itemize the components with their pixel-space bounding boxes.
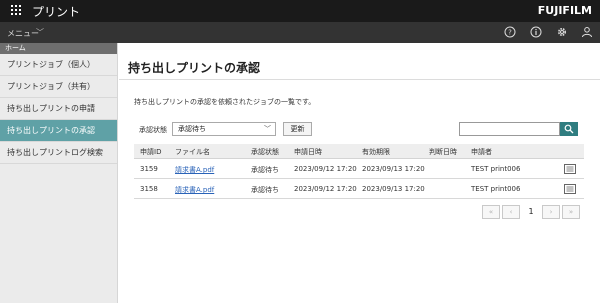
- search-icon: [564, 124, 574, 134]
- column-header-status[interactable]: 承認状態: [251, 147, 279, 157]
- table-row[interactable]: 3159 請求書A.pdf 承認待ち 2023/09/12 17:20 2023…: [134, 159, 584, 179]
- user-icon[interactable]: [581, 26, 593, 38]
- chevron-down-icon[interactable]: ﹀: [36, 27, 44, 38]
- document-icon[interactable]: [564, 164, 576, 174]
- refresh-button[interactable]: 更新: [283, 122, 312, 136]
- svg-text:?: ?: [508, 29, 512, 37]
- menu-bar: メニュー ﹀ ?: [0, 22, 600, 43]
- app-title: プリント: [32, 5, 81, 19]
- main-content: 持ち出しプリントの承認 持ち出しプリントの承認を依頼されたジョブの一覧です。 承…: [119, 43, 600, 303]
- status-filter-value: 承認待ち: [178, 125, 206, 133]
- sidebar-home[interactable]: ホーム: [0, 43, 117, 54]
- page-description: 持ち出しプリントの承認を依頼されたジョブの一覧です。: [134, 98, 316, 106]
- app-launcher-icon[interactable]: [11, 5, 23, 17]
- file-link[interactable]: 請求書A.pdf: [175, 165, 214, 175]
- chevron-down-icon: ﹀: [264, 125, 271, 133]
- column-header-applied[interactable]: 申請日時: [294, 147, 322, 157]
- info-icon[interactable]: [530, 26, 542, 38]
- sidebar-item-print-jobs-personal[interactable]: プリントジョブ（個人）: [0, 54, 117, 76]
- brand-logo: FUJIFILM: [537, 4, 592, 17]
- search-button[interactable]: [560, 122, 578, 136]
- cell-id: 3159: [140, 165, 158, 173]
- column-header-expires[interactable]: 有効期限: [362, 147, 390, 157]
- status-filter-select[interactable]: 承認待ち ﹀: [172, 122, 276, 136]
- status-filter-label: 承認状態: [139, 126, 167, 134]
- help-icon[interactable]: ?: [504, 26, 516, 38]
- cell-status: 承認待ち: [251, 186, 279, 194]
- sidebar-item-takeout-approval[interactable]: 持ち出しプリントの承認: [0, 120, 117, 142]
- gear-icon[interactable]: [556, 26, 568, 38]
- column-header-applicant[interactable]: 申請者: [471, 147, 492, 157]
- approval-table: 申請ID ファイル名 承認状態 申請日時 有効期限 判断日時 申請者 3159 …: [134, 144, 584, 199]
- sidebar-item-takeout-request[interactable]: 持ち出しプリントの申請: [0, 98, 117, 120]
- cell-applicant: TEST print006: [471, 165, 521, 173]
- first-page-button[interactable]: «: [482, 205, 500, 219]
- cell-id: 3158: [140, 185, 158, 193]
- cell-expires: 2023/09/13 17:20: [362, 185, 425, 193]
- page-title: 持ち出しプリントの承認: [128, 61, 261, 75]
- search-input[interactable]: [459, 122, 560, 136]
- sidebar: ホーム プリントジョブ（個人） プリントジョブ（共有） 持ち出しプリントの申請 …: [0, 43, 118, 303]
- last-page-button[interactable]: »: [562, 205, 580, 219]
- table-header: 申請ID ファイル名 承認状態 申請日時 有効期限 判断日時 申請者: [134, 144, 584, 159]
- sidebar-item-takeout-log-search[interactable]: 持ち出しプリントログ検索: [0, 142, 117, 164]
- document-icon[interactable]: [564, 184, 576, 194]
- file-link[interactable]: 請求書A.pdf: [175, 185, 214, 195]
- column-header-decided[interactable]: 判断日時: [429, 147, 457, 157]
- menu-button[interactable]: メニュー: [7, 28, 39, 39]
- cell-status: 承認待ち: [251, 166, 279, 174]
- cell-applied: 2023/09/12 17:20: [294, 185, 357, 193]
- next-page-button[interactable]: ›: [542, 205, 560, 219]
- sidebar-item-print-jobs-shared[interactable]: プリントジョブ（共有）: [0, 76, 117, 98]
- cell-applied: 2023/09/12 17:20: [294, 165, 357, 173]
- table-row[interactable]: 3158 請求書A.pdf 承認待ち 2023/09/12 17:20 2023…: [134, 179, 584, 199]
- prev-page-button[interactable]: ‹: [502, 205, 520, 219]
- cell-applicant: TEST print006: [471, 185, 521, 193]
- column-header-id[interactable]: 申請ID: [140, 147, 161, 157]
- top-bar: プリント FUJIFILM: [0, 0, 600, 22]
- cell-expires: 2023/09/13 17:20: [362, 165, 425, 173]
- current-page[interactable]: 1: [522, 205, 540, 219]
- title-divider: [119, 79, 600, 80]
- column-header-file[interactable]: ファイル名: [175, 147, 210, 157]
